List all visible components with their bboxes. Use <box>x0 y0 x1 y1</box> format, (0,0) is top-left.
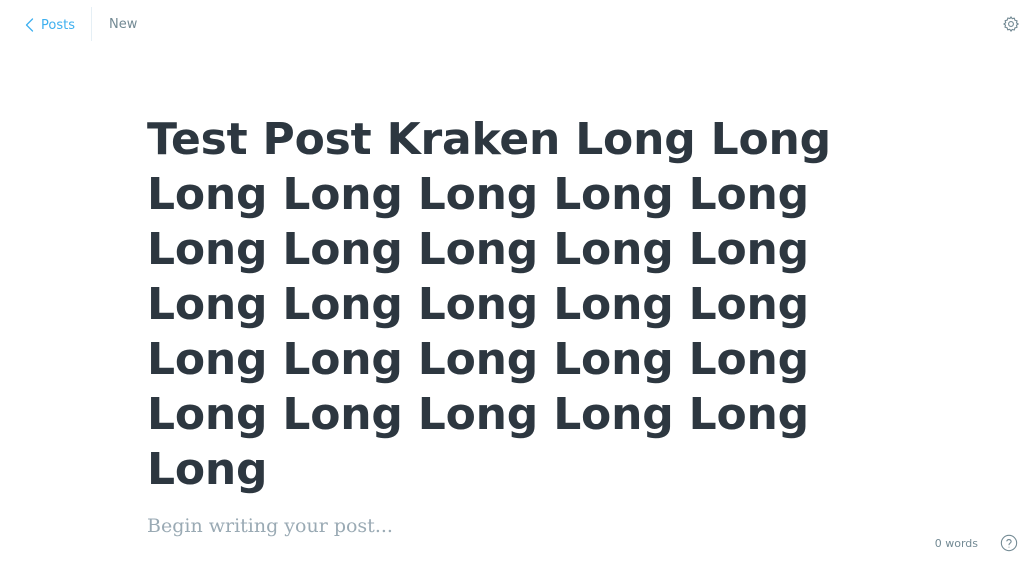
back-link-label: Posts <box>41 17 75 33</box>
chevron-left-icon <box>25 18 34 32</box>
post-editor: Test Post Kraken Long Long Long Long Lon… <box>147 112 887 537</box>
post-body-editor[interactable]: Begin writing your post... <box>147 515 887 537</box>
post-title-input[interactable]: Test Post Kraken Long Long Long Long Lon… <box>147 112 887 497</box>
settings-button[interactable] <box>1002 15 1020 33</box>
gear-icon <box>1002 16 1020 37</box>
header-divider <box>91 7 92 41</box>
question-circle-icon <box>1000 534 1018 556</box>
word-count: 0 words <box>934 537 978 550</box>
help-button[interactable] <box>1000 534 1018 552</box>
back-to-posts-link[interactable]: Posts <box>25 15 75 35</box>
editor-header: Posts New <box>0 0 1034 48</box>
post-status: New <box>109 17 138 32</box>
